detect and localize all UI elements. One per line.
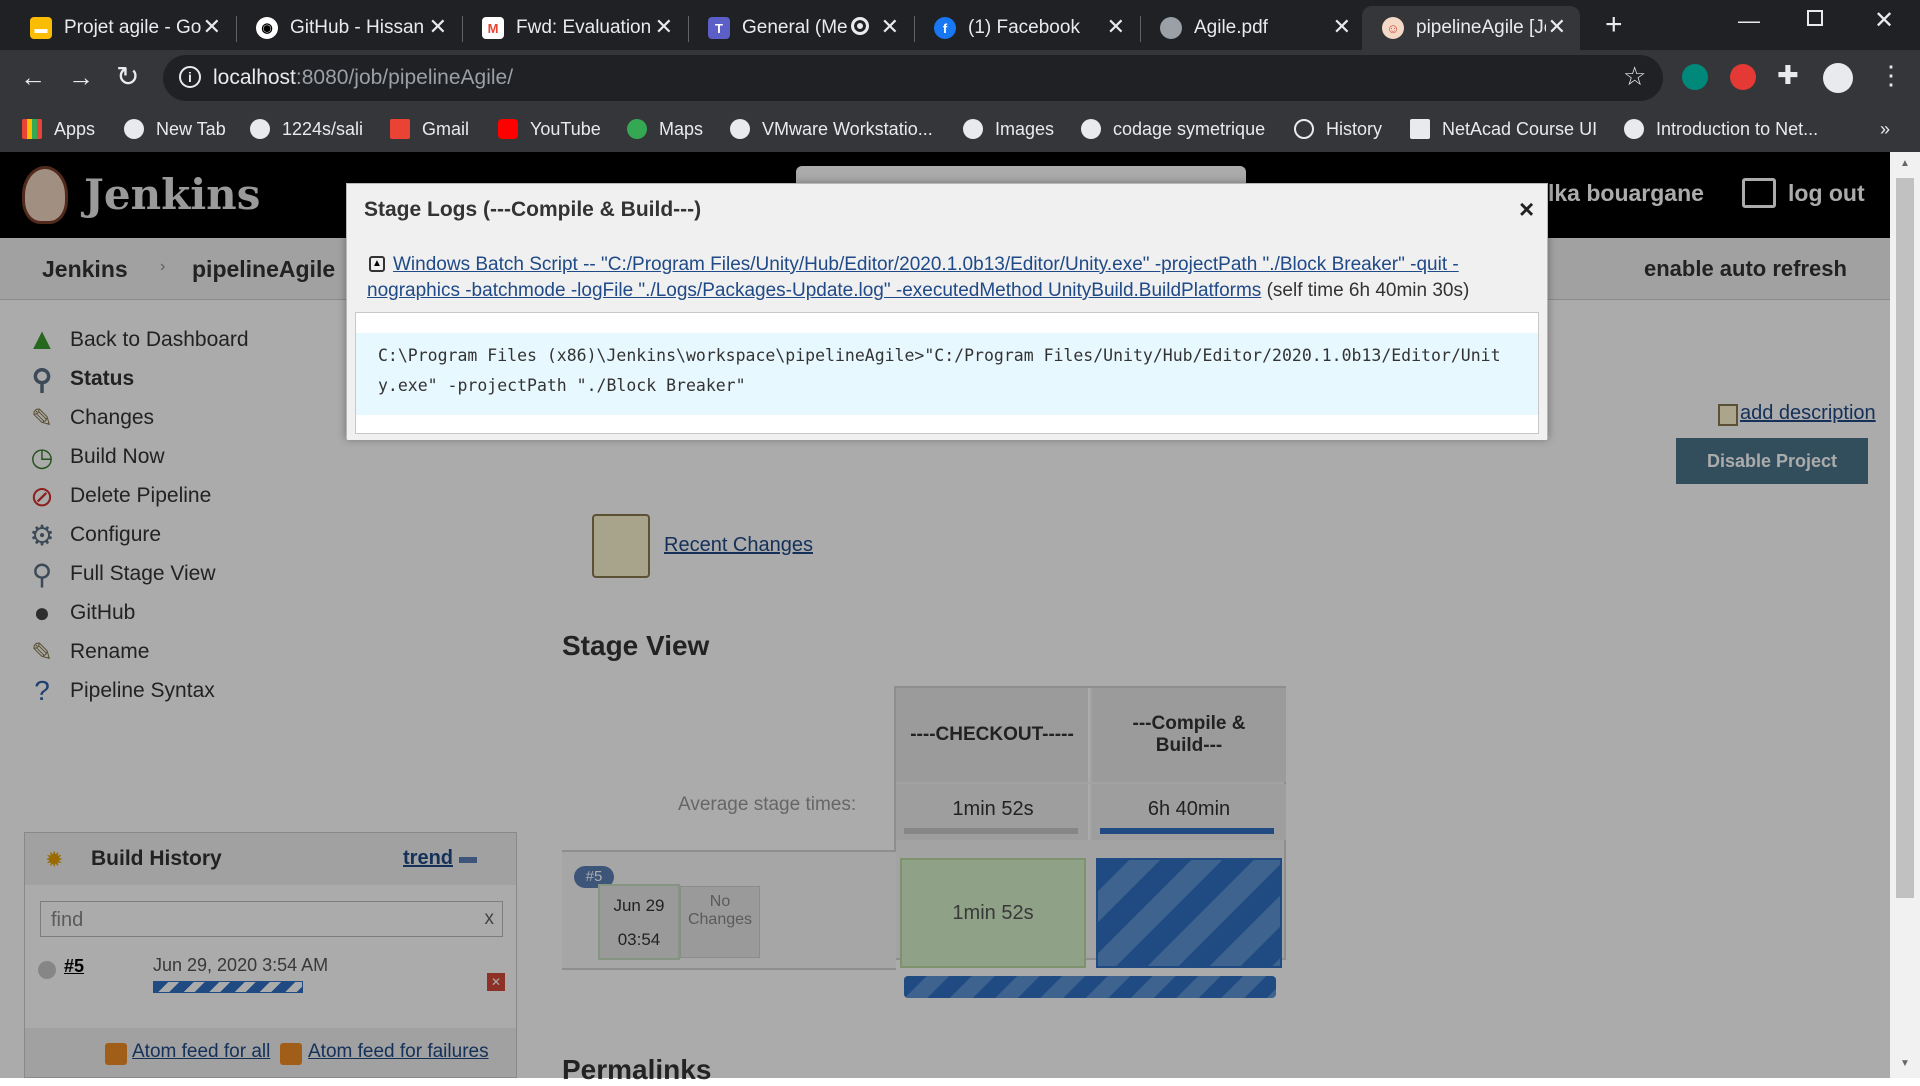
browser-tab[interactable]: f (1) Facebook ✕ (914, 6, 1139, 50)
bookmark-netacad[interactable]: NetAcad Course UI (1410, 106, 1597, 152)
tab-title: Fwd: Evaluation (516, 17, 652, 38)
bookmark-label: Images (995, 118, 1055, 139)
github-icon (250, 119, 270, 139)
url-path: :8080/job/pipelineAgile/ (295, 66, 514, 89)
globe-icon (1081, 119, 1101, 139)
close-tab-icon[interactable]: ✕ (1548, 14, 1566, 40)
bookmark-history[interactable]: History (1294, 106, 1382, 152)
browser-tab[interactable]: T General (Me ✕ (688, 6, 913, 50)
close-tab-icon[interactable]: ✕ (1107, 14, 1125, 40)
close-tab-icon[interactable]: ✕ (429, 14, 447, 40)
browser-tab[interactable]: M Fwd: Evaluation ✕ (462, 6, 687, 50)
browser-tab[interactable]: ▬ Projet agile - Go ✕ (10, 6, 235, 50)
extension-icon[interactable] (1730, 64, 1756, 90)
scroll-down-icon[interactable]: ▼ (1900, 1058, 1910, 1069)
menu-icon[interactable]: ⋮ (1878, 60, 1904, 91)
globe-icon (1624, 119, 1644, 139)
bookmark-star-icon[interactable]: ☆ (1623, 61, 1646, 92)
maps-pin-icon (627, 119, 647, 139)
back-icon[interactable]: ← (20, 62, 46, 93)
info-icon[interactable]: i (179, 66, 201, 88)
close-tab-icon[interactable]: ✕ (1333, 14, 1351, 40)
close-tab-icon[interactable]: ✕ (655, 14, 673, 40)
bookmark-label: Introduction to Net... (1656, 118, 1819, 139)
puzzle-icon[interactable]: ✚ (1777, 60, 1799, 91)
jenkins-icon: ☺ (1382, 17, 1404, 39)
youtube-icon (498, 119, 518, 139)
close-tab-icon[interactable]: ✕ (881, 14, 899, 40)
dialog-title: Stage Logs (---Compile & Build---) (364, 198, 702, 221)
bookmarks-bar: Apps New Tab 1224s/sali Gmail YouTube Ma… (0, 106, 1920, 152)
bookmark-images[interactable]: Images (963, 106, 1054, 152)
tab-title: GitHub - Hissan (290, 17, 425, 38)
new-tab-button[interactable]: + (1605, 8, 1623, 42)
bookmark-codage[interactable]: codage symetrique (1081, 106, 1265, 152)
browser-tab-bar: ▬ Projet agile - Go ✕ ◉ GitHub - Hissan … (0, 0, 1920, 50)
globe-icon (963, 119, 983, 139)
browser-tab[interactable]: Agile.pdf ✕ (1140, 6, 1365, 50)
bookmark-label: Gmail (422, 118, 470, 139)
bookmark-label: Apps (54, 118, 96, 139)
restore-button[interactable] (1807, 10, 1823, 26)
bookmark-youtube[interactable]: YouTube (498, 106, 601, 152)
bookmark-label: New Tab (156, 118, 226, 139)
bookmark-github[interactable]: 1224s/sali (250, 106, 363, 152)
browser-tab-active[interactable]: ☺ pipelineAgile [Je ✕ (1362, 6, 1580, 50)
forward-icon[interactable]: → (68, 62, 94, 93)
gmail-icon (390, 119, 410, 139)
stage-logs-dialog: Stage Logs (---Compile & Build---) × ▲ W… (346, 183, 1548, 440)
bookmark-label: VMware Workstatio... (762, 118, 933, 139)
step-entry: Windows Batch Script -- "C:/Program File… (367, 252, 1527, 304)
bookmark-gmail[interactable]: Gmail (390, 106, 469, 152)
globe-icon (1160, 17, 1182, 39)
scroll-up-icon[interactable]: ▲ (1900, 158, 1910, 169)
bookmark-label: 1224s/sali (282, 118, 364, 139)
bookmark-apps[interactable]: Apps (22, 106, 95, 152)
tab-title: (1) Facebook (968, 17, 1080, 38)
github-icon: ◉ (256, 17, 278, 39)
tab-title: Projet agile - Go (64, 17, 202, 38)
log-panel: C:\Program Files (x86)\Jenkins\workspace… (355, 312, 1539, 434)
github-icon (730, 119, 750, 139)
close-tab-icon[interactable]: ✕ (203, 14, 221, 40)
bookmark-label: Maps (659, 118, 704, 139)
log-line: C:\Program Files (x86)\Jenkins\workspace… (356, 333, 1538, 415)
minimize-button[interactable]: — (1738, 8, 1760, 34)
history-clock-icon (1294, 119, 1314, 139)
bookmark-label: YouTube (530, 118, 601, 139)
bookmark-label: codage symetrique (1113, 118, 1266, 139)
tab-title: General (Me (742, 17, 848, 38)
url-host: localhost (213, 66, 296, 89)
google-docs-icon: ▬ (30, 17, 52, 39)
globe-icon (124, 119, 144, 139)
extension-icon[interactable] (1682, 64, 1708, 90)
bookmark-label: NetAcad Course UI (1442, 118, 1598, 139)
gmail-icon: M (482, 17, 504, 39)
scrollbar-thumb[interactable] (1896, 178, 1914, 898)
close-window-button[interactable]: ✕ (1874, 6, 1894, 35)
audio-playing-icon (851, 17, 869, 35)
cisco-icon (1410, 119, 1430, 139)
facebook-icon: f (934, 17, 956, 39)
step-self-time: (self time 6h 40min 30s) (1266, 280, 1470, 301)
bookmark-intro-net[interactable]: Introduction to Net... (1624, 106, 1818, 152)
page-scrollbar[interactable]: ▲ ▼ (1890, 152, 1920, 1078)
bookmark-maps[interactable]: Maps (627, 106, 703, 152)
bookmark-vmware[interactable]: VMware Workstatio... (730, 106, 933, 152)
apps-grid-icon (22, 119, 42, 139)
dialog-close-icon[interactable]: × (1519, 194, 1534, 225)
bookmark-new-tab[interactable]: New Tab (124, 106, 226, 152)
reload-icon[interactable]: ↻ (116, 60, 139, 93)
bookmarks-overflow-icon[interactable]: » (1880, 106, 1890, 152)
profile-avatar[interactable] (1823, 63, 1853, 93)
bookmark-label: History (1326, 118, 1383, 139)
browser-tab[interactable]: ◉ GitHub - Hissan ✕ (236, 6, 461, 50)
tab-title: pipelineAgile [Je (1416, 17, 1546, 38)
tab-title: Agile.pdf (1194, 17, 1268, 38)
teams-icon: T (708, 17, 730, 39)
browser-toolbar: ← → ↻ i localhost:8080/job/pipelineAgile… (0, 50, 1920, 106)
address-bar[interactable]: i localhost:8080/job/pipelineAgile/ ☆ (163, 55, 1663, 101)
